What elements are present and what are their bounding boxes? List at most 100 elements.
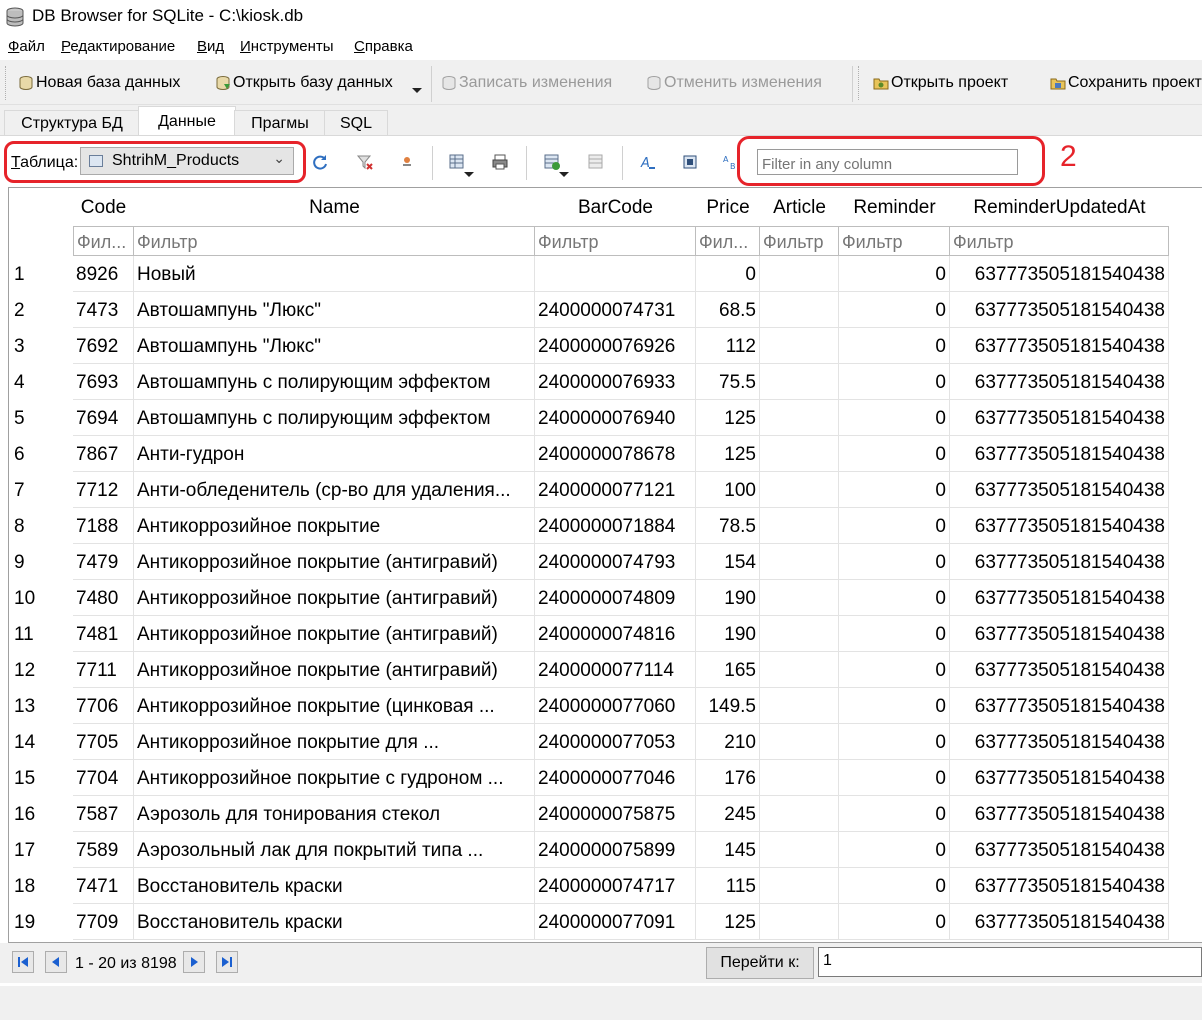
cell-name[interactable]: Антикоррозийное покрытие (антигравий) [134, 544, 535, 580]
new-database-button[interactable]: Новая база данных [18, 74, 180, 92]
cell-reminder[interactable]: 0 [839, 796, 950, 832]
cell-name[interactable]: Автошампунь с полирующим эффектом [134, 400, 535, 436]
cell-barcode[interactable]: 2400000074809 [535, 580, 696, 616]
cell-reminder[interactable]: 0 [839, 760, 950, 796]
row-number[interactable]: 10 [9, 580, 73, 616]
cell-article[interactable] [760, 364, 839, 400]
cell-reminderupdatedat[interactable]: 637773505181540438 [950, 832, 1169, 868]
cell-price[interactable]: 154 [696, 544, 760, 580]
cell-name[interactable]: Анти-гудрон [134, 436, 535, 472]
cell-article[interactable] [760, 688, 839, 724]
save-project-button[interactable]: Сохранить проект [1050, 74, 1202, 92]
cell-barcode[interactable]: 2400000075875 [535, 796, 696, 832]
cell-name[interactable]: Антикоррозийное покрытие (антигравий) [134, 580, 535, 616]
cell-name[interactable]: Автошампунь с полирующим эффектом [134, 364, 535, 400]
cell-price[interactable]: 75.5 [696, 364, 760, 400]
cell-article[interactable] [760, 616, 839, 652]
open-project-button[interactable]: Открыть проект [873, 74, 1008, 92]
column-filter-reminderupdatedat[interactable]: Фильтр [950, 226, 1169, 256]
cell-barcode[interactable]: 2400000074793 [535, 544, 696, 580]
cell-reminderupdatedat[interactable]: 637773505181540438 [950, 364, 1169, 400]
cell-reminderupdatedat[interactable]: 637773505181540438 [950, 256, 1169, 292]
cell-code[interactable]: 7867 [73, 436, 134, 472]
cell-reminder[interactable]: 0 [839, 328, 950, 364]
cell-code[interactable]: 7692 [73, 328, 134, 364]
cell-reminderupdatedat[interactable]: 637773505181540438 [950, 544, 1169, 580]
cell-reminderupdatedat[interactable]: 637773505181540438 [950, 652, 1169, 688]
cell-code[interactable]: 7693 [73, 364, 134, 400]
cell-reminderupdatedat[interactable]: 637773505181540438 [950, 616, 1169, 652]
column-header-article[interactable]: Article [760, 188, 839, 226]
column-header-reminder[interactable]: Reminder [839, 188, 950, 226]
cell-reminder[interactable]: 0 [839, 400, 950, 436]
column-filter-reminder[interactable]: Фильтр [839, 226, 950, 256]
cell-code[interactable]: 7711 [73, 652, 134, 688]
cell-name[interactable]: Автошампунь "Люкс" [134, 328, 535, 364]
row-number[interactable]: 15 [9, 760, 73, 796]
cell-barcode[interactable]: 2400000074731 [535, 292, 696, 328]
row-number[interactable]: 19 [9, 904, 73, 940]
cell-barcode[interactable]: 2400000071884 [535, 508, 696, 544]
cell-barcode[interactable]: 2400000077053 [535, 724, 696, 760]
text-format-icon[interactable]: A [639, 153, 657, 171]
row-number[interactable]: 4 [9, 364, 73, 400]
insert-record-dropdown-icon[interactable] [559, 172, 569, 177]
cell-price[interactable]: 176 [696, 760, 760, 796]
data-grid[interactable]: Code Name BarCode Price Article Reminder… [8, 187, 1202, 943]
cell-article[interactable] [760, 292, 839, 328]
cell-name[interactable]: Антикоррозийное покрытие для ... [134, 724, 535, 760]
cell-price[interactable]: 190 [696, 580, 760, 616]
cell-reminderupdatedat[interactable]: 637773505181540438 [950, 328, 1169, 364]
cell-reminder[interactable]: 0 [839, 508, 950, 544]
cell-barcode[interactable]: 2400000077114 [535, 652, 696, 688]
column-header-code[interactable]: Code [73, 188, 134, 226]
cell-code[interactable]: 7473 [73, 292, 134, 328]
cell-barcode[interactable] [535, 256, 696, 292]
cell-reminder[interactable]: 0 [839, 292, 950, 328]
cell-code[interactable]: 7706 [73, 688, 134, 724]
cell-code[interactable]: 7704 [73, 760, 134, 796]
menu-help[interactable]: Справка [354, 38, 413, 55]
cell-article[interactable] [760, 472, 839, 508]
row-number[interactable]: 2 [9, 292, 73, 328]
cell-article[interactable] [760, 832, 839, 868]
row-number[interactable]: 9 [9, 544, 73, 580]
find-replace-icon[interactable] [681, 153, 699, 171]
cell-name[interactable]: Антикоррозийное покрытие (антигравий) [134, 616, 535, 652]
refresh-icon[interactable] [311, 153, 329, 171]
goto-button[interactable]: Перейти к: [706, 947, 814, 979]
cell-barcode[interactable]: 2400000075899 [535, 832, 696, 868]
cell-price[interactable]: 165 [696, 652, 760, 688]
tab-browse-data[interactable]: Данные [138, 106, 236, 137]
cell-name[interactable]: Автошампунь "Люкс" [134, 292, 535, 328]
row-number[interactable]: 12 [9, 652, 73, 688]
cell-code[interactable]: 7712 [73, 472, 134, 508]
cell-reminderupdatedat[interactable]: 637773505181540438 [950, 904, 1169, 940]
cell-reminderupdatedat[interactable]: 637773505181540438 [950, 472, 1169, 508]
cell-article[interactable] [760, 904, 839, 940]
sort-icon[interactable] [398, 153, 416, 171]
cell-reminder[interactable]: 0 [839, 256, 950, 292]
toolbar-grip[interactable] [5, 66, 8, 100]
delete-record-icon[interactable] [587, 153, 605, 171]
column-filter-code[interactable]: Фил... [73, 226, 134, 256]
column-filter-name[interactable]: Фильтр [134, 226, 535, 256]
cell-code[interactable]: 7589 [73, 832, 134, 868]
cell-name[interactable]: Антикоррозийное покрытие (цинковая ... [134, 688, 535, 724]
column-filter-price[interactable]: Фил... [696, 226, 760, 256]
save-table-icon[interactable] [448, 153, 466, 171]
write-changes-button[interactable]: Записать изменения [441, 74, 612, 92]
cell-article[interactable] [760, 868, 839, 904]
cell-name[interactable]: Аэрозольный лак для покрытий типа ... [134, 832, 535, 868]
column-filter-article[interactable]: Фильтр [760, 226, 839, 256]
row-number[interactable]: 6 [9, 436, 73, 472]
cell-article[interactable] [760, 508, 839, 544]
cell-name[interactable]: Антикоррозийное покрытие с гудроном ... [134, 760, 535, 796]
cell-code[interactable]: 7587 [73, 796, 134, 832]
cell-price[interactable]: 245 [696, 796, 760, 832]
cell-reminder[interactable]: 0 [839, 544, 950, 580]
cell-code[interactable]: 7694 [73, 400, 134, 436]
cell-barcode[interactable]: 2400000077121 [535, 472, 696, 508]
row-number[interactable]: 8 [9, 508, 73, 544]
next-page-button[interactable] [183, 951, 205, 973]
